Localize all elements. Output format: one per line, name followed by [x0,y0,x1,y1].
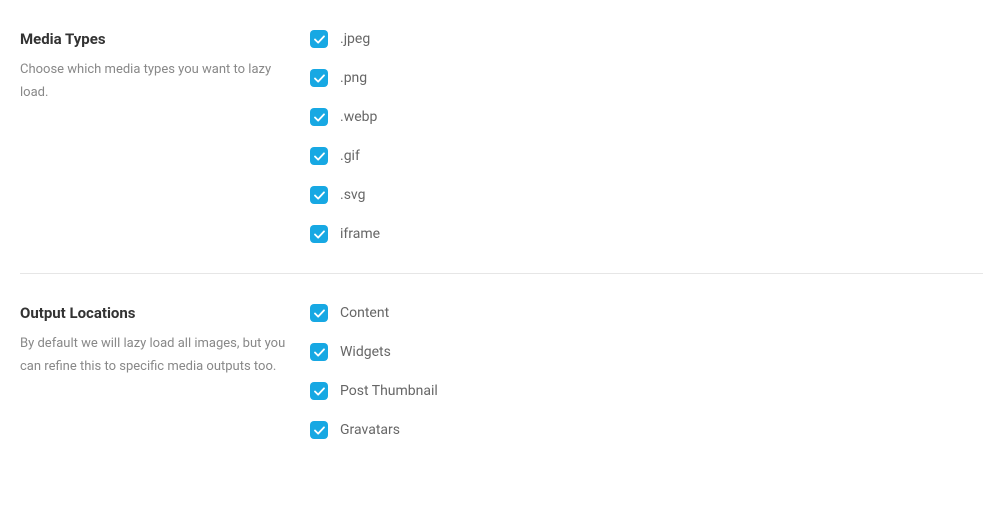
checkbox-post-thumbnail[interactable] [310,382,328,400]
checkbox-webp[interactable] [310,108,328,126]
output-locations-options: Content Widgets Post Thumbnail Gravatars [310,304,983,439]
checkbox-gif[interactable] [310,147,328,165]
check-icon [314,74,325,83]
checkbox-row-svg: .svg [310,186,983,204]
output-locations-title: Output Locations [20,304,290,322]
check-icon [314,113,325,122]
checkbox-label-svg: .svg [340,187,365,203]
check-icon [314,309,325,318]
checkbox-widgets[interactable] [310,343,328,361]
checkbox-row-gravatars: Gravatars [310,421,983,439]
checkbox-label-webp: .webp [340,109,377,125]
check-icon [314,426,325,435]
media-types-header: Media Types Choose which media types you… [20,30,310,243]
check-icon [314,35,325,44]
check-icon [314,152,325,161]
check-icon [314,387,325,396]
checkbox-gravatars[interactable] [310,421,328,439]
checkbox-label-content: Content [340,305,389,321]
checkbox-row-webp: .webp [310,108,983,126]
checkbox-row-widgets: Widgets [310,343,983,361]
checkbox-png[interactable] [310,69,328,87]
checkbox-row-jpeg: .jpeg [310,30,983,48]
media-types-description: Choose which media types you want to laz… [20,58,290,105]
checkbox-label-png: .png [340,70,367,86]
output-locations-description: By default we will lazy load all images,… [20,332,290,379]
checkbox-iframe[interactable] [310,225,328,243]
checkbox-row-content: Content [310,304,983,322]
media-types-title: Media Types [20,30,290,48]
output-locations-section: Output Locations By default we will lazy… [20,304,983,439]
check-icon [314,348,325,357]
checkbox-row-gif: .gif [310,147,983,165]
section-divider [20,273,983,274]
checkbox-svg[interactable] [310,186,328,204]
media-types-options: .jpeg .png .webp .gif .svg [310,30,983,243]
checkbox-label-gif: .gif [340,148,360,164]
media-types-section: Media Types Choose which media types you… [20,30,983,243]
checkbox-label-gravatars: Gravatars [340,422,400,438]
checkbox-row-png: .png [310,69,983,87]
checkbox-label-widgets: Widgets [340,344,391,360]
output-locations-header: Output Locations By default we will lazy… [20,304,310,439]
check-icon [314,230,325,239]
checkbox-row-post-thumbnail: Post Thumbnail [310,382,983,400]
checkbox-label-jpeg: .jpeg [340,31,370,47]
checkbox-jpeg[interactable] [310,30,328,48]
checkbox-row-iframe: iframe [310,225,983,243]
checkbox-label-post-thumbnail: Post Thumbnail [340,383,438,399]
checkbox-label-iframe: iframe [340,226,380,242]
checkbox-content[interactable] [310,304,328,322]
check-icon [314,191,325,200]
